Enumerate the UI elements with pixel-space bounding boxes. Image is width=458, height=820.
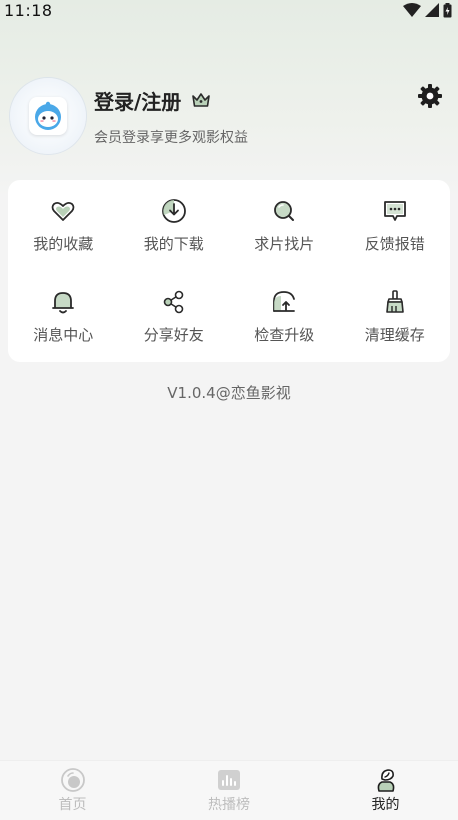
grid-label: 检查升级 [254, 326, 315, 344]
avatar[interactable] [10, 78, 86, 154]
profile-text: 登录/注册 会员登录享更多观影权益 [94, 86, 248, 147]
profile-header[interactable]: 登录/注册 会员登录享更多观影权益 [10, 76, 450, 156]
mine-screen: 11:18 登录/注册 会员登录享更多观影权益 我的收藏 我的下载 求片找片 反… [0, 0, 458, 820]
feature-grid: 我的收藏 我的下载 求片找片 反馈报错 消息中心 分享好友 检查升级 清理缓存 [8, 180, 450, 362]
grid-label: 消息中心 [33, 326, 94, 344]
grid-item-messages[interactable]: 消息中心 [8, 271, 119, 362]
tab-mine[interactable]: 我的 [313, 761, 458, 820]
login-row: 登录/注册 [94, 86, 248, 115]
grid-item-share[interactable]: 分享好友 [119, 271, 230, 362]
app-version: V1.0.4@恋鱼影视 [167, 384, 291, 402]
chart-icon [218, 770, 240, 790]
grid-item-check-update[interactable]: 检查升级 [229, 271, 340, 362]
settings-button[interactable] [416, 82, 444, 110]
status-icons [403, 2, 452, 18]
mascot-icon [35, 101, 61, 130]
wifi-icon [403, 3, 421, 17]
login-register-link[interactable]: 登录/注册 [94, 86, 181, 115]
grid-label: 分享好友 [143, 326, 204, 344]
share-icon [163, 290, 184, 314]
grid-label: 我的收藏 [33, 235, 94, 253]
grid-label: 反馈报错 [364, 235, 425, 253]
grid-item-clear-cache[interactable]: 清理缓存 [340, 271, 451, 362]
nav-label: 热播榜 [208, 797, 250, 813]
grid-item-favorites[interactable]: 我的收藏 [8, 180, 119, 271]
login-subtitle: 会员登录享更多观影权益 [94, 129, 248, 146]
bottom-nav: 首页 热播榜 我的 [0, 760, 458, 820]
grid-item-feedback[interactable]: 反馈报错 [340, 180, 451, 271]
gear-icon [418, 84, 442, 108]
upgrade-icon [273, 291, 296, 312]
search-icon [274, 201, 295, 221]
status-time: 11:18 [4, 0, 53, 20]
nav-label: 我的 [371, 797, 400, 813]
tab-home[interactable]: 首页 [0, 761, 145, 820]
grid-label: 我的下载 [143, 235, 204, 253]
tab-hot-list[interactable]: 热播榜 [145, 761, 313, 820]
nav-label: 首页 [58, 797, 87, 813]
broom-icon [385, 290, 404, 313]
profile-icon [377, 769, 394, 792]
avatar-image [29, 97, 67, 135]
download-icon [161, 199, 186, 223]
grid-item-downloads[interactable]: 我的下载 [119, 180, 230, 271]
signal-icon [425, 3, 439, 17]
grid-item-request-movie[interactable]: 求片找片 [229, 180, 340, 271]
crown-icon [192, 93, 211, 107]
bell-icon [52, 292, 75, 314]
grid-label: 清理缓存 [364, 326, 425, 344]
home-icon [60, 768, 85, 792]
heart-icon [51, 201, 75, 221]
status-bar: 11:18 [0, 0, 458, 20]
grid-label: 求片找片 [254, 235, 315, 253]
feedback-icon [383, 201, 406, 221]
battery-icon [443, 2, 452, 17]
